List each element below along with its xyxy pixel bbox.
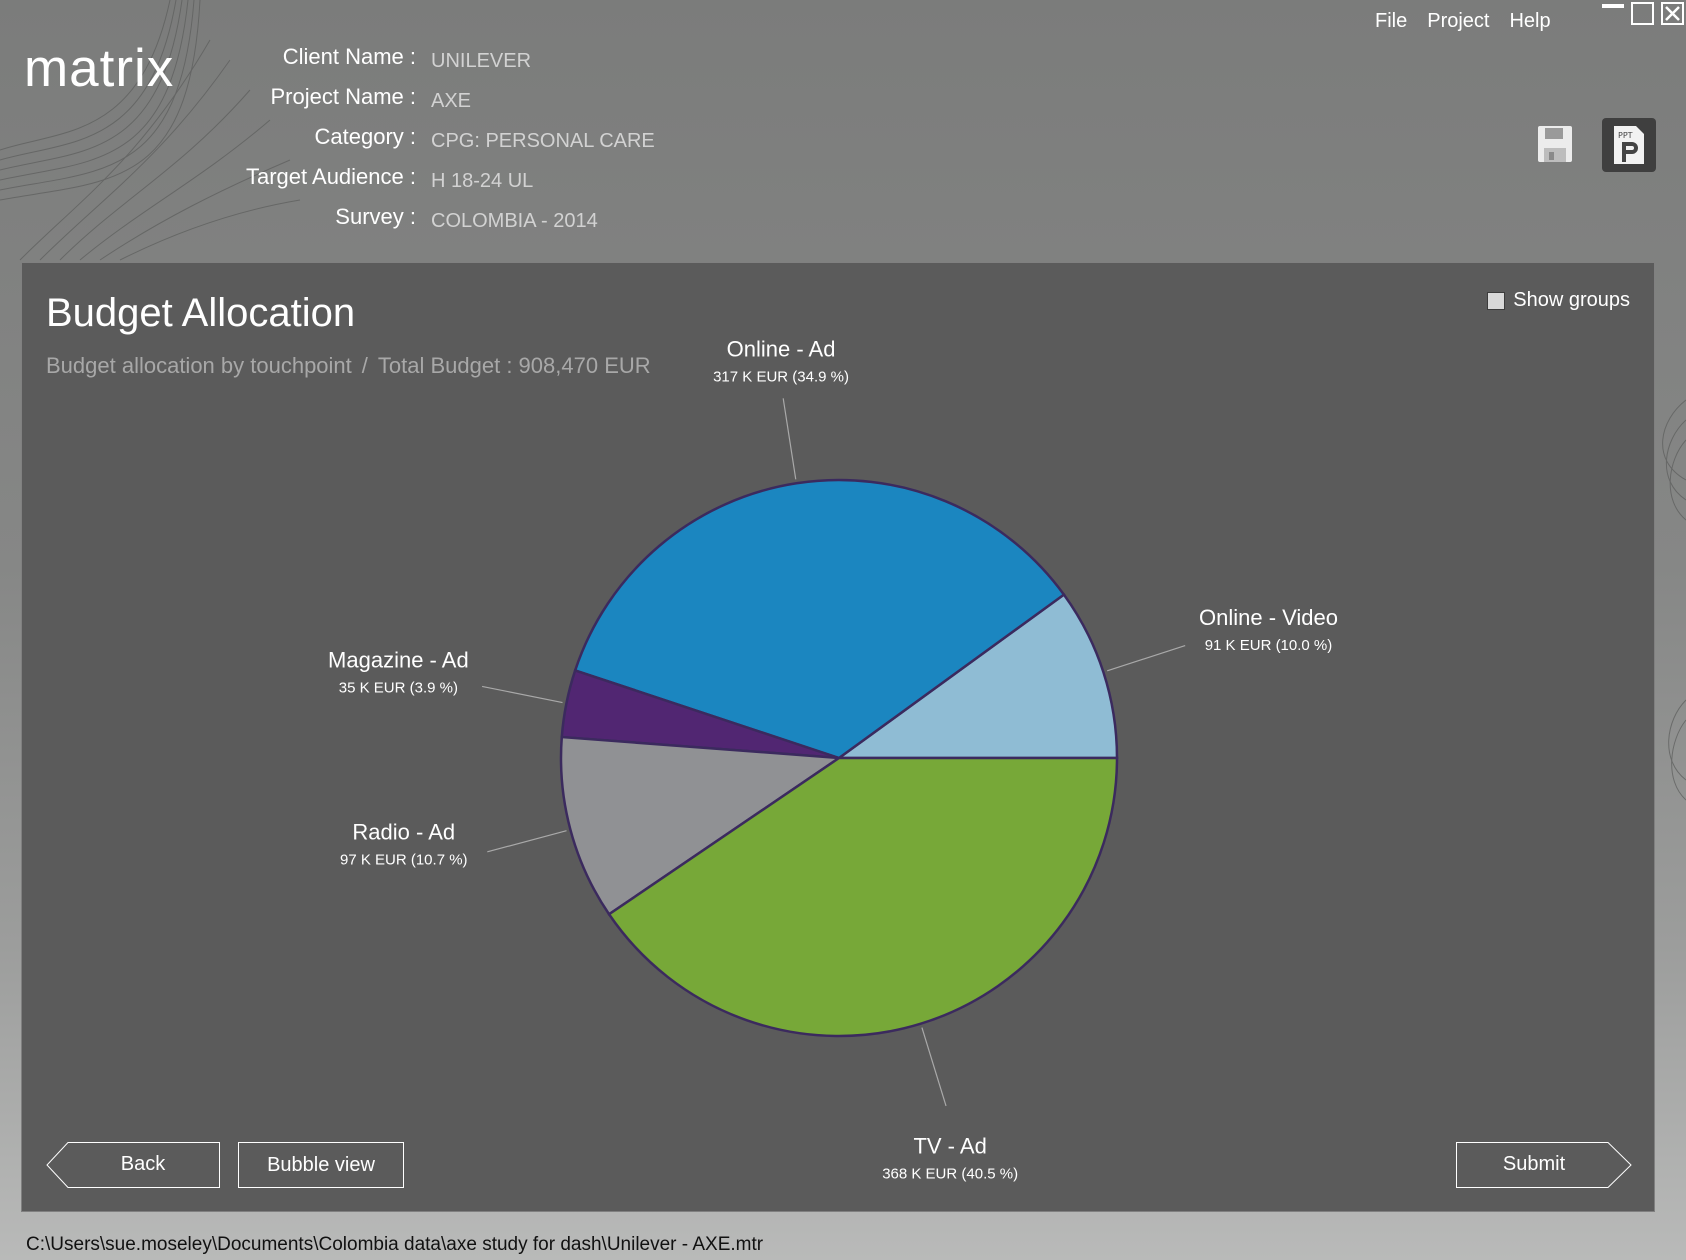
menu-file[interactable]: File bbox=[1375, 10, 1407, 33]
project-name-value: AXE bbox=[431, 90, 472, 112]
target-audience-value: H 18-24 UL bbox=[431, 170, 534, 192]
leader-line bbox=[782, 398, 797, 480]
slice-label: Radio - Ad bbox=[352, 819, 455, 844]
budget-allocation-panel: Budget Allocation Budget allocation by t… bbox=[21, 262, 1655, 1212]
slice-value-label: 35 K EUR (3.9 %) bbox=[339, 680, 458, 697]
menu-bar: File Project Help bbox=[1375, 10, 1551, 33]
survey-label: Survey : bbox=[335, 204, 416, 229]
submit-button[interactable]: Submit bbox=[1456, 1142, 1632, 1188]
close-button[interactable] bbox=[1660, 0, 1686, 26]
slice-value-label: 368 K EUR (40.5 %) bbox=[882, 1165, 1018, 1182]
survey-value: COLOMBIA - 2014 bbox=[431, 210, 598, 232]
pie-chart: Online - Video 91 K EUR (10.0 %) Online - … bbox=[328, 336, 1338, 1182]
save-button[interactable] bbox=[1530, 118, 1582, 170]
target-audience-row: Target Audience : H 18-24 UL bbox=[150, 164, 850, 194]
client-name-row: Client Name : UNILEVER bbox=[150, 44, 850, 74]
back-button[interactable]: Back bbox=[46, 1142, 220, 1188]
export-pptx-button[interactable]: PPT bbox=[1602, 118, 1656, 172]
back-label: Back bbox=[120, 1153, 166, 1175]
floppy-disk-icon bbox=[1538, 126, 1572, 162]
project-name-label: Project Name : bbox=[270, 84, 417, 109]
minimize-button[interactable] bbox=[1600, 0, 1626, 26]
minimize-icon bbox=[1602, 4, 1624, 8]
survey-row: Survey : COLOMBIA - 2014 bbox=[150, 204, 850, 234]
category-row: Category : CPG: PERSONAL CARE bbox=[150, 124, 850, 154]
project-name-row: Project Name : AXE bbox=[150, 84, 850, 114]
window-controls bbox=[1600, 0, 1686, 26]
category-label: Category : bbox=[314, 124, 417, 149]
close-icon bbox=[1661, 2, 1684, 25]
powerpoint-export-icon: PPT bbox=[1614, 126, 1644, 164]
client-name-label: Client Name : bbox=[282, 44, 416, 69]
target-audience-label: Target Audience : bbox=[245, 164, 416, 189]
leader-line bbox=[481, 685, 563, 704]
bubble-view-button[interactable]: Bubble view bbox=[238, 1142, 404, 1188]
leader-line bbox=[487, 830, 567, 853]
menu-help[interactable]: Help bbox=[1509, 10, 1550, 33]
slice-label: Magazine - Ad bbox=[328, 648, 469, 673]
leader-line bbox=[921, 1027, 947, 1107]
svg-text:PPT: PPT bbox=[1618, 131, 1633, 140]
maximize-icon bbox=[1631, 2, 1654, 25]
slice-value-label: 91 K EUR (10.0 %) bbox=[1205, 637, 1333, 654]
slice-label: Online - Video bbox=[1199, 605, 1338, 630]
file-path-status: C:\Users\sue.moseley\Documents\Colombia … bbox=[26, 1234, 764, 1255]
slice-value-label: 97 K EUR (10.7 %) bbox=[340, 851, 468, 868]
leader-line bbox=[1107, 644, 1186, 672]
bubble-view-label: Bubble view bbox=[267, 1154, 375, 1176]
slice-label: Online - Ad bbox=[727, 336, 836, 361]
slice-value-label: 317 K EUR (34.9 %) bbox=[713, 368, 849, 385]
client-name-value: UNILEVER bbox=[431, 50, 532, 72]
maximize-button[interactable] bbox=[1630, 0, 1656, 26]
menu-project[interactable]: Project bbox=[1427, 10, 1489, 33]
submit-label: Submit bbox=[1502, 1153, 1566, 1175]
category-value: CPG: PERSONAL CARE bbox=[431, 130, 655, 152]
slice-label: TV - Ad bbox=[913, 1133, 986, 1158]
